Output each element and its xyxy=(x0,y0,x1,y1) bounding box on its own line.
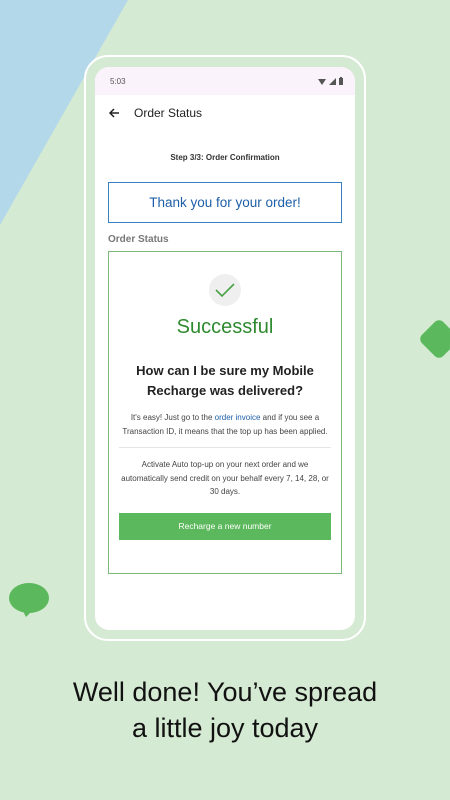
section-label: Order Status xyxy=(108,234,169,245)
delivery-question: How can I be sure my Mobile Recharge was… xyxy=(136,363,314,398)
auto-topup-text: Activate Auto top-up on your next order … xyxy=(121,460,329,496)
speech-bubble-icon xyxy=(9,583,49,617)
decorative-diamond-icon xyxy=(417,317,450,361)
signal-icon xyxy=(329,77,336,85)
order-status-card: Successful How can I be sure my Mobile R… xyxy=(108,251,342,574)
headline: Well done! You’ve spread a little joy to… xyxy=(0,674,450,746)
wifi-icon xyxy=(318,78,326,85)
headline-line-2: a little joy today xyxy=(131,713,319,743)
delivery-answer: It's easy! Just go to the order invoice … xyxy=(119,411,331,438)
recharge-new-number-button[interactable]: Recharge a new number xyxy=(119,512,331,540)
step-indicator: Step 3/3: Order Confirmation xyxy=(170,153,280,162)
thank-you-banner: Thank you for your order! xyxy=(108,182,342,223)
page-title: Order Status xyxy=(134,106,203,120)
divider xyxy=(119,447,331,448)
status-icons xyxy=(318,77,343,85)
phone-screen: 5:03 Order Status Step 3/3: Order Confir… xyxy=(95,67,355,630)
status-time: 5:03 xyxy=(110,76,126,86)
battery-icon xyxy=(339,77,343,85)
answer-prefix: It's easy! Just go to the xyxy=(130,413,215,422)
headline-line-1: Well done! You’ve spread xyxy=(72,677,378,707)
status-bar: 5:03 xyxy=(95,67,355,95)
success-title: Successful xyxy=(176,316,274,338)
checkmark-icon xyxy=(215,283,235,298)
check-circle xyxy=(209,274,241,306)
arrow-left-icon[interactable] xyxy=(107,106,121,120)
order-invoice-link[interactable]: order invoice xyxy=(215,413,261,422)
app-bar: Order Status xyxy=(95,95,355,131)
